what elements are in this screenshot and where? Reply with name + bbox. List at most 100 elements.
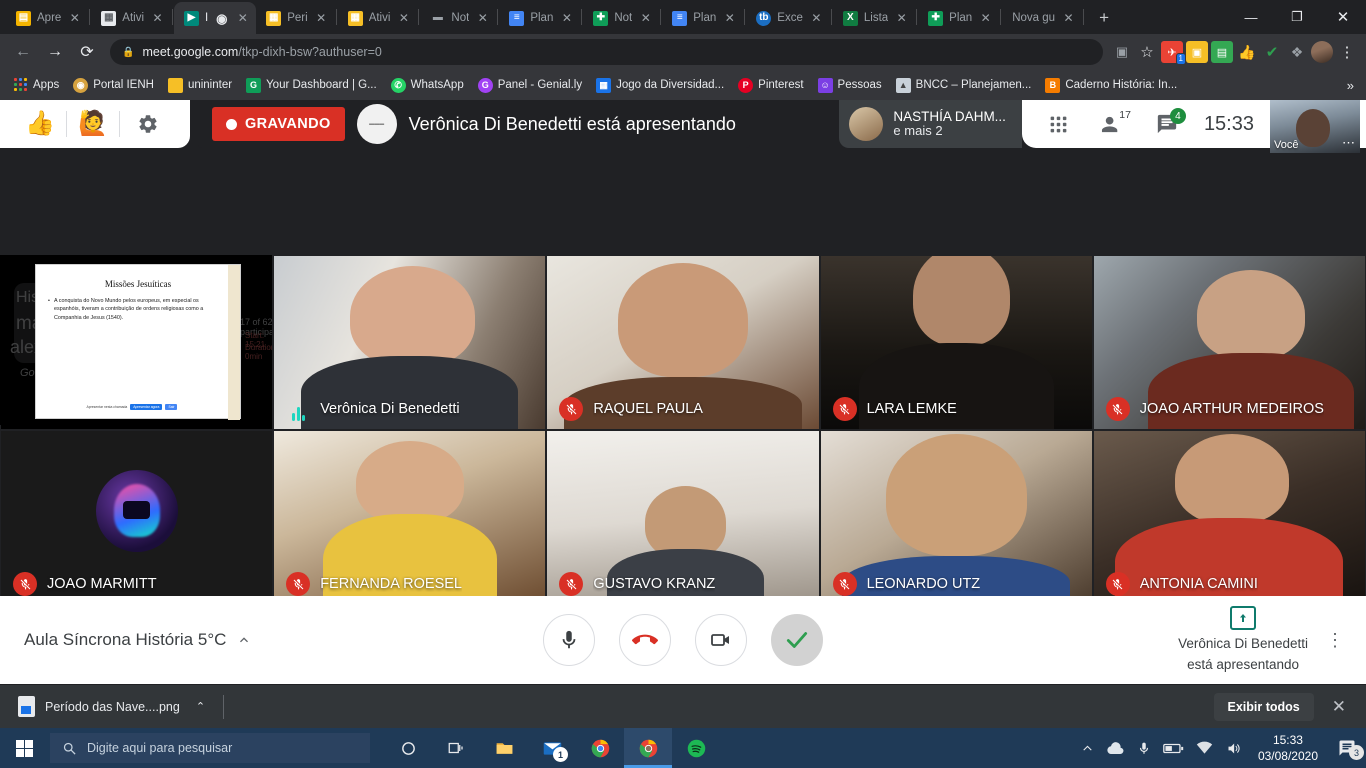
slide-footer-exit-button[interactable]: Sair: [165, 404, 178, 410]
address-bar[interactable]: 🔒 meet.google.com/tkp-dixh-bsw?authuser=…: [110, 39, 1103, 65]
bookmark-star-icon[interactable]: ☆: [1136, 41, 1158, 63]
minimize-button[interactable]: —: [1228, 1, 1274, 33]
browser-tab-2-active[interactable]: ▶ I ◉ ✕: [174, 2, 257, 34]
classroom-extension-icon[interactable]: ▣: [1186, 41, 1208, 63]
profile-avatar[interactable]: [1311, 41, 1333, 63]
bookmark-apps[interactable]: Apps: [8, 75, 65, 95]
download-menu-icon[interactable]: ⌃: [196, 700, 205, 713]
hang-up-button[interactable]: [619, 614, 671, 666]
pinned-participant-chip[interactable]: NASTHÍA DAHM... e mais 2: [839, 100, 1022, 148]
browser-tab-0[interactable]: ▤ Apre ✕: [6, 2, 88, 34]
recording-badge[interactable]: GRAVANDO: [212, 107, 345, 141]
show-all-downloads-button[interactable]: Exibir todos: [1213, 692, 1314, 721]
microphone-button[interactable]: [543, 614, 595, 666]
chrome-menu-icon[interactable]: ⋮: [1336, 43, 1358, 61]
tab-close-icon[interactable]: ✕: [314, 11, 329, 26]
browser-tab-6[interactable]: ≡ Plan ✕: [499, 2, 580, 34]
self-view-tile[interactable]: Você ⋯: [1270, 100, 1360, 153]
meeting-info[interactable]: Aula Síncrona História 5°C: [0, 630, 360, 650]
browser-tab-5[interactable]: ▬ Not ✕: [420, 2, 496, 34]
bookmark-bncc[interactable]: ▲ BNCC – Planejamen...: [890, 75, 1038, 96]
bookmark-whatsapp[interactable]: ✆ WhatsApp: [385, 75, 470, 96]
browser-tab-4[interactable]: ▦ Ativi ✕: [338, 2, 418, 34]
participant-tile-antonia[interactable]: ANTONIA CAMINI: [1092, 430, 1366, 605]
tab-close-icon[interactable]: ✕: [894, 11, 909, 26]
browser-tab-8[interactable]: ≡ Plan ✕: [662, 2, 743, 34]
participant-tile-joao-marmitt[interactable]: JOAO MARMITT: [0, 430, 274, 605]
participant-tile-gustavo[interactable]: GUSTAVO KRANZ: [546, 430, 820, 605]
volume-icon[interactable]: [1225, 741, 1242, 756]
bookmark-pessoas[interactable]: ☺ Pessoas: [812, 75, 888, 96]
participant-tile-veronica[interactable]: Verônica Di Benedetti: [273, 255, 547, 430]
taskbar-clock[interactable]: 15:33 03/08/2020: [1254, 732, 1322, 764]
tab-close-icon[interactable]: ✕: [235, 11, 250, 26]
thumbs-up-reaction-icon[interactable]: 👍: [14, 100, 66, 148]
participant-tile-lara[interactable]: LARA LEMKE: [819, 255, 1093, 430]
file-explorer-icon[interactable]: [480, 728, 528, 768]
grid-layout-icon[interactable]: [1032, 100, 1086, 148]
spotify-icon[interactable]: [672, 728, 720, 768]
chrome-icon[interactable]: [576, 728, 624, 768]
tab-close-icon[interactable]: ✕: [1061, 11, 1076, 26]
browser-tab-12[interactable]: Nova gu ✕: [1002, 2, 1082, 34]
browser-tab-1[interactable]: ▦ Ativi ✕: [91, 2, 171, 34]
camera-button[interactable]: [695, 614, 747, 666]
cortana-icon[interactable]: [384, 728, 432, 768]
mail-icon[interactable]: 1: [528, 728, 576, 768]
download-item[interactable]: Período das Nave....png ⌃: [10, 692, 213, 722]
extension-red-icon[interactable]: ✈ 1: [1161, 41, 1186, 65]
tab-close-icon[interactable]: ✕: [978, 11, 993, 26]
bookmark-pinterest[interactable]: P Pinterest: [732, 75, 809, 96]
browser-tab-9[interactable]: tb Exce ✕: [746, 2, 830, 34]
battery-icon[interactable]: [1163, 742, 1184, 755]
meet-attendance-icon[interactable]: ▤: [1211, 41, 1233, 63]
wifi-icon[interactable]: [1196, 741, 1213, 755]
extensions-puzzle-icon[interactable]: ❖: [1286, 41, 1308, 63]
bookmark-your-dashboard[interactable]: G Your Dashboard | G...: [240, 75, 383, 96]
browser-tab-10[interactable]: X Lista ✕: [833, 2, 915, 34]
presented-slide[interactable]: Missões Jesuíticas A conquista do Novo M…: [35, 264, 241, 420]
grammarly-check-icon[interactable]: ✔: [1261, 41, 1283, 63]
bookmark-jogo-diversidade[interactable]: ▦ Jogo da Diversidad...: [590, 75, 730, 96]
browser-tab-11[interactable]: ✚ Plan ✕: [918, 2, 999, 34]
chrome-active-icon[interactable]: [624, 728, 672, 768]
browser-tab-7[interactable]: ✚ Not ✕: [583, 2, 659, 34]
accept-check-button[interactable]: [771, 614, 823, 666]
participant-tile-joao-arthur[interactable]: JOAO ARTHUR MEDEIROS: [1092, 255, 1366, 430]
action-center-icon[interactable]: 3: [1334, 739, 1364, 760]
people-icon[interactable]: 17: [1086, 100, 1140, 148]
tab-close-icon[interactable]: ✕: [67, 11, 82, 26]
tab-close-icon[interactable]: ✕: [722, 11, 737, 26]
browser-tab-3[interactable]: ▦ Peri ✕: [256, 2, 334, 34]
tab-close-icon[interactable]: ✕: [559, 11, 574, 26]
chat-icon[interactable]: 4: [1140, 100, 1194, 148]
slide-scrollbar[interactable]: [228, 265, 240, 420]
tab-close-icon[interactable]: ✕: [809, 11, 824, 26]
participant-tile-fernanda[interactable]: FERNANDA ROESEL: [273, 430, 547, 605]
self-view-more-icon[interactable]: ⋯: [1342, 136, 1356, 149]
participant-tile-leonardo[interactable]: LEONARDO UTZ: [819, 430, 1093, 605]
present-status[interactable]: Verônica Di Benedetti está apresentando: [1178, 606, 1308, 673]
tab-close-icon[interactable]: ✕: [638, 11, 653, 26]
onedrive-icon[interactable]: [1106, 741, 1125, 756]
slide-footer-present-button[interactable]: Apresentar agora: [130, 404, 163, 410]
more-options-icon[interactable]: ⋮: [1326, 631, 1344, 649]
microphone-tray-icon[interactable]: [1137, 741, 1151, 756]
chevron-up-icon[interactable]: [236, 632, 252, 648]
raise-hand-reaction-icon[interactable]: 🙋: [67, 100, 119, 148]
search-input[interactable]: Digite aqui para pesquisar: [50, 733, 370, 763]
media-cast-icon[interactable]: ▣: [1111, 41, 1133, 63]
bookmark-unininter[interactable]: unininter: [162, 75, 238, 96]
back-button[interactable]: ←: [8, 37, 38, 67]
task-view-icon[interactable]: [432, 728, 480, 768]
close-download-bar-icon[interactable]: ✕: [1328, 697, 1350, 717]
reload-button[interactable]: ⟳: [72, 37, 102, 67]
bookmark-caderno-historia[interactable]: B Caderno História: In...: [1039, 75, 1183, 96]
maximize-button[interactable]: ❐: [1274, 1, 1320, 33]
bookmarks-overflow-icon[interactable]: »: [1343, 78, 1358, 93]
windows-start-icon[interactable]: [0, 728, 48, 768]
gear-icon[interactable]: [120, 100, 176, 148]
participant-tile-raquel[interactable]: RAQUEL PAULA: [546, 255, 820, 430]
close-window-button[interactable]: ✕: [1320, 1, 1366, 33]
bookmark-genially[interactable]: G Panel - Genial.ly: [472, 75, 588, 96]
